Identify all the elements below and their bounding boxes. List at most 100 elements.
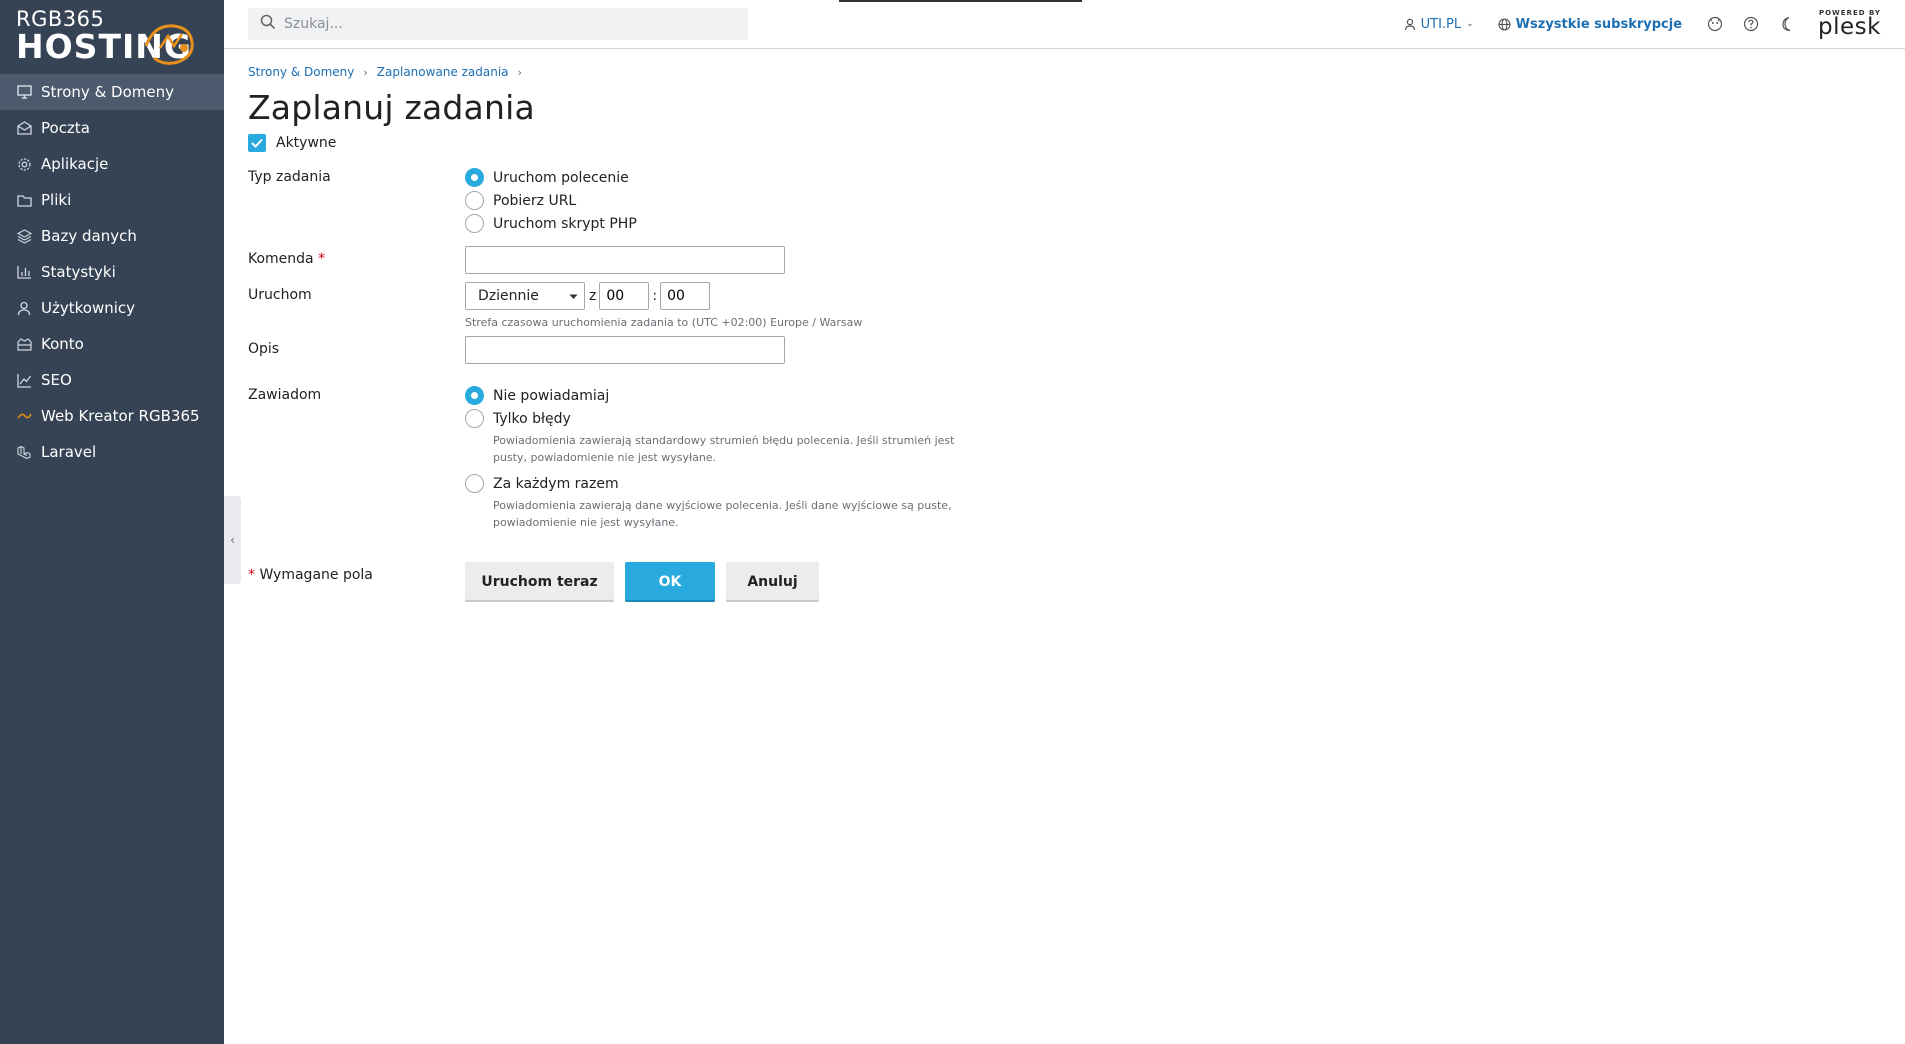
minute-input[interactable]	[660, 282, 711, 310]
form-buttons: Uruchom teraz OK Anuluj	[465, 562, 830, 602]
required-note-text: Wymagane pola	[259, 567, 373, 583]
sidebar-item-label: Bazy danych	[41, 227, 137, 245]
task-type-label: Typ zadania	[248, 169, 331, 185]
help-icon[interactable]	[1742, 15, 1760, 33]
time-separator: :	[652, 288, 658, 304]
gear-icon	[16, 156, 32, 172]
description-label: Opis	[248, 341, 280, 357]
checkmark-icon	[251, 138, 263, 148]
radio-button[interactable]	[465, 191, 484, 210]
command-label-text: Komenda	[248, 251, 314, 267]
dark-mode-icon[interactable]	[1778, 15, 1796, 33]
radio-label: Uruchom polecenie	[493, 169, 629, 186]
header-accent-line	[839, 0, 1082, 2]
radio-run-command[interactable]: Uruchom polecenie	[465, 166, 637, 189]
account-icon	[16, 336, 32, 352]
logo[interactable]: RGB365 HOSTING	[0, 0, 224, 74]
breadcrumb-item-strony-domeny[interactable]: Strony & Domeny	[248, 65, 354, 79]
search-icon	[260, 14, 276, 34]
required-asterisk: *	[248, 567, 255, 583]
sidebar-item-label: Statystyki	[41, 263, 116, 281]
sidebar-item-statystyki[interactable]: Statystyki	[0, 254, 224, 290]
ok-button[interactable]: OK	[625, 562, 715, 602]
sidebar-item-label: Użytkownicy	[41, 299, 136, 317]
envelope-icon	[16, 120, 32, 136]
radio-label: Uruchom skrypt PHP	[493, 215, 637, 232]
time-at-label: z	[589, 288, 597, 304]
subscriptions-selector[interactable]: Wszystkie subskrypcje	[1498, 17, 1682, 32]
hour-input[interactable]	[599, 282, 650, 310]
sidebar: RGB365 HOSTING Strony & Domeny Poczta Ap…	[0, 0, 224, 1044]
frequency-value: Dziennie	[478, 288, 539, 304]
radio-label: Nie powiadamiaj	[493, 387, 610, 404]
search-box[interactable]	[248, 8, 748, 40]
header-actions: UTI.PL ⌄ Wszystkie subskrypcje POWERED B…	[1404, 0, 1905, 48]
search-input[interactable]	[284, 16, 724, 32]
radio-button[interactable]	[465, 474, 484, 493]
database-icon	[16, 228, 32, 244]
run-row: Uruchom Dziennie z : Strefa czasowa uruc…	[248, 282, 1878, 336]
cancel-button[interactable]: Anuluj	[726, 562, 819, 602]
radio-label: Tylko błędy	[493, 410, 571, 427]
required-asterisk: *	[318, 251, 326, 267]
sidebar-item-aplikacje[interactable]: Aplikacje	[0, 146, 224, 182]
radio-fetch-url[interactable]: Pobierz URL	[465, 189, 637, 212]
notify-row: Zawiadom Nie powiadamiaj Tylko błędy Pow…	[248, 384, 1878, 562]
radio-errors-only[interactable]: Tylko błędy	[465, 407, 983, 430]
sidebar-item-label: Konto	[41, 335, 84, 353]
task-type-options: Uruchom polecenie Pobierz URL Uruchom sk…	[465, 166, 637, 235]
command-row: Komenda *	[248, 246, 1878, 282]
command-field	[465, 246, 785, 274]
chevron-down-icon	[569, 288, 578, 304]
sidebar-item-label: Aplikacje	[41, 155, 109, 173]
bar-chart-icon	[16, 264, 32, 280]
breadcrumb-item-zaplanowane-zadania[interactable]: Zaplanowane zadania	[377, 65, 509, 79]
radio-button[interactable]	[465, 409, 484, 428]
radio-button[interactable]	[465, 168, 484, 187]
user-menu[interactable]: UTI.PL ⌄	[1404, 17, 1474, 32]
sidebar-item-label: SEO	[41, 371, 72, 389]
sidebar-item-label: Pliki	[41, 191, 72, 209]
page-title: Zaplanuj zadania	[248, 88, 535, 127]
sidebar-item-bazy-danych[interactable]: Bazy danych	[0, 218, 224, 254]
sidebar-item-uzytkownicy[interactable]: Użytkownicy	[0, 290, 224, 326]
sidebar-item-label: Web Kreator RGB365	[41, 407, 200, 425]
radio-every-time[interactable]: Za każdym razem	[465, 472, 983, 495]
radio-run-php-script[interactable]: Uruchom skrypt PHP	[465, 212, 637, 235]
chevron-right-icon: ›	[517, 65, 522, 79]
radio-no-notify[interactable]: Nie powiadamiaj	[465, 384, 983, 407]
actions-row: * Wymagane pola Uruchom teraz OK Anuluj	[248, 562, 1878, 606]
sidebar-collapse-handle[interactable]: ‹	[224, 496, 241, 584]
command-input[interactable]	[465, 246, 785, 274]
radio-button[interactable]	[465, 214, 484, 233]
breadcrumb: Strony & Domeny › Zaplanowane zadania ›	[248, 65, 1878, 79]
logo-mark-icon	[144, 24, 194, 65]
user-name: UTI.PL	[1420, 16, 1462, 32]
sidebar-item-label: Laravel	[41, 443, 97, 461]
sidebar-item-strony-domeny[interactable]: Strony & Domeny	[0, 74, 224, 110]
seo-icon	[16, 372, 32, 388]
chevron-down-icon: ⌄	[1466, 19, 1474, 29]
notify-options: Nie powiadamiaj Tylko błędy Powiadomieni…	[465, 384, 983, 531]
sidebar-item-laravel[interactable]: Laravel	[0, 434, 224, 470]
run-label: Uruchom	[248, 287, 312, 303]
sidebar-item-poczta[interactable]: Poczta	[0, 110, 224, 146]
active-checkbox[interactable]	[248, 134, 266, 152]
user-icon	[1404, 18, 1416, 31]
frequency-select[interactable]: Dziennie	[465, 282, 585, 310]
sidebar-item-label: Poczta	[41, 119, 90, 137]
sidebar-item-seo[interactable]: SEO	[0, 362, 224, 398]
sidebar-item-web-kreator[interactable]: Web Kreator RGB365	[0, 398, 224, 434]
sidebar-item-konto[interactable]: Konto	[0, 326, 224, 362]
every-time-hint: Powiadomienia zawierają dane wyjściowe p…	[493, 499, 952, 529]
monitor-icon	[16, 84, 32, 100]
description-input[interactable]	[465, 336, 785, 364]
main-content: Strony & Domeny › Zaplanowane zadania › …	[248, 49, 1878, 606]
run-now-button[interactable]: Uruchom teraz	[465, 562, 614, 602]
command-label: Komenda *	[248, 251, 325, 267]
sidebar-item-pliki[interactable]: Pliki	[0, 182, 224, 218]
mascot-icon[interactable]	[1706, 15, 1724, 33]
top-header: UTI.PL ⌄ Wszystkie subskrypcje POWERED B…	[224, 0, 1905, 49]
sidebar-item-label: Strony & Domeny	[41, 83, 174, 101]
radio-button[interactable]	[465, 386, 484, 405]
